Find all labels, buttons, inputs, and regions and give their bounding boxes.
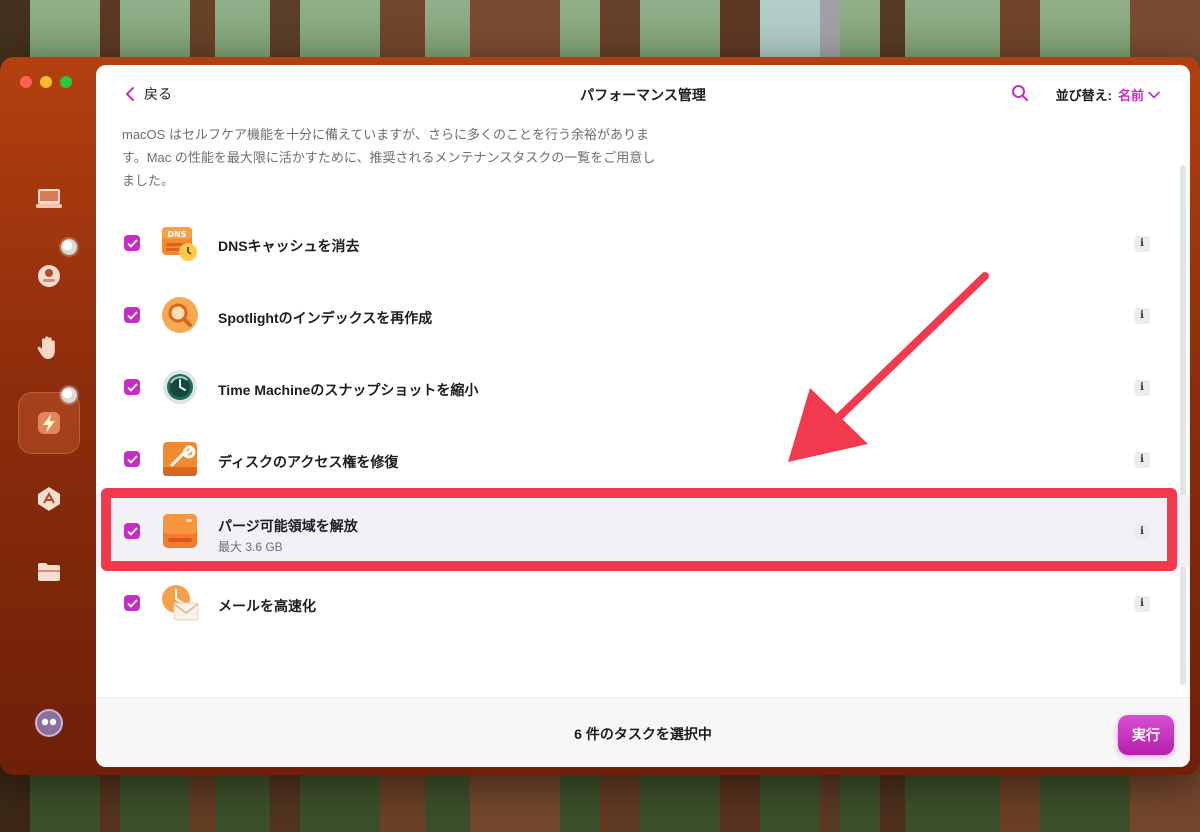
run-button[interactable]: 実行: [1118, 715, 1174, 755]
sort-value: 名前: [1117, 88, 1144, 103]
lightning-icon: [38, 412, 60, 434]
task-sublabel: 最大 3.6 GB: [218, 540, 283, 554]
sidebar-item-assistant[interactable]: [18, 692, 80, 754]
notification-dot: [61, 239, 77, 255]
task-row[interactable]: Spotlightのインデックスを再作成 i: [96, 279, 1190, 351]
description-text: macOS はセルフケア機能を十分に備えていますが、さらに多くのことを行う余裕が…: [122, 127, 656, 188]
disk-wrench-icon: [163, 442, 197, 476]
task-row-selected[interactable]: パージ可能領域を解放 最大 3.6 GB i: [96, 495, 1190, 567]
folder-icon: [38, 563, 60, 581]
task-checkbox[interactable]: [124, 307, 140, 323]
info-button[interactable]: i: [1134, 236, 1150, 252]
task-checkbox[interactable]: [124, 379, 140, 395]
task-checkbox[interactable]: [124, 523, 140, 539]
task-label: Time Machineのスナップショットを縮小: [218, 382, 479, 398]
checkmark-icon: [126, 454, 138, 464]
checkmark-icon: [126, 526, 138, 536]
sort-label: 並び替え:: [1055, 88, 1112, 103]
info-button[interactable]: i: [1134, 452, 1150, 468]
assistant-icon: [35, 709, 63, 737]
sidebar-item-privacy[interactable]: [18, 316, 80, 378]
mail-speed-icon: [162, 585, 199, 621]
checkmark-icon: [126, 310, 138, 320]
time-machine-icon: [163, 370, 197, 404]
task-label: パージ可能領域を解放: [218, 518, 358, 534]
task-row[interactable]: メールを高速化 i: [96, 567, 1190, 639]
footer-bar: 6 件のタスクを選択中 実行: [96, 697, 1190, 767]
shield-icon: [38, 265, 60, 287]
sidebar-item-cleanup[interactable]: [18, 168, 80, 230]
magnifier-icon: [162, 297, 198, 333]
task-checkbox[interactable]: [124, 595, 140, 611]
laptop-icon: [36, 189, 62, 208]
info-button[interactable]: i: [1134, 380, 1150, 396]
toolbar: 戻る パフォーマンス管理 並び替え: 名前: [96, 65, 1190, 121]
dns-clock-icon: DNS: [162, 227, 197, 261]
task-checkbox[interactable]: [124, 235, 140, 251]
svg-text:DNS: DNS: [167, 230, 186, 239]
apps-icon: [38, 487, 60, 511]
info-button[interactable]: i: [1134, 596, 1150, 612]
sidebar-item-files[interactable]: [18, 540, 80, 602]
search-icon[interactable]: [1010, 83, 1030, 103]
sort-control[interactable]: 並び替え: 名前: [1056, 85, 1160, 104]
checkmark-icon: [126, 238, 138, 248]
task-checkbox[interactable]: [124, 451, 140, 467]
task-label: DNSキャッシュを消去: [218, 238, 360, 254]
hand-icon: [37, 336, 55, 359]
notification-dot: [61, 387, 77, 403]
checkmark-icon: [126, 598, 138, 608]
sidebar: [0, 57, 96, 775]
drive-icon: [163, 514, 197, 548]
sidebar-item-applications[interactable]: [18, 468, 80, 530]
main-panel: 戻る パフォーマンス管理 並び替え: 名前 macOS はセルフケア機能を十分に…: [96, 65, 1190, 767]
selected-count: 6 件のタスクを選択中: [574, 726, 712, 742]
sort-dropdown[interactable]: 名前: [1118, 85, 1160, 104]
task-label: Spotlightのインデックスを再作成: [218, 310, 433, 326]
task-label: ディスクのアクセス権を修復: [218, 454, 399, 470]
chevron-down-icon: [1148, 91, 1160, 99]
task-row[interactable]: Time Machineのスナップショットを縮小 i: [96, 351, 1190, 423]
task-row[interactable]: DNS DNSキャッシュを消去 i: [96, 207, 1190, 279]
info-button[interactable]: i: [1134, 524, 1150, 540]
task-label: メールを高速化: [218, 598, 316, 614]
task-row[interactable]: ディスクのアクセス権を修復 i: [96, 423, 1190, 495]
checkmark-icon: [126, 382, 138, 392]
info-button[interactable]: i: [1134, 308, 1150, 324]
sky-patch: [760, 0, 840, 60]
